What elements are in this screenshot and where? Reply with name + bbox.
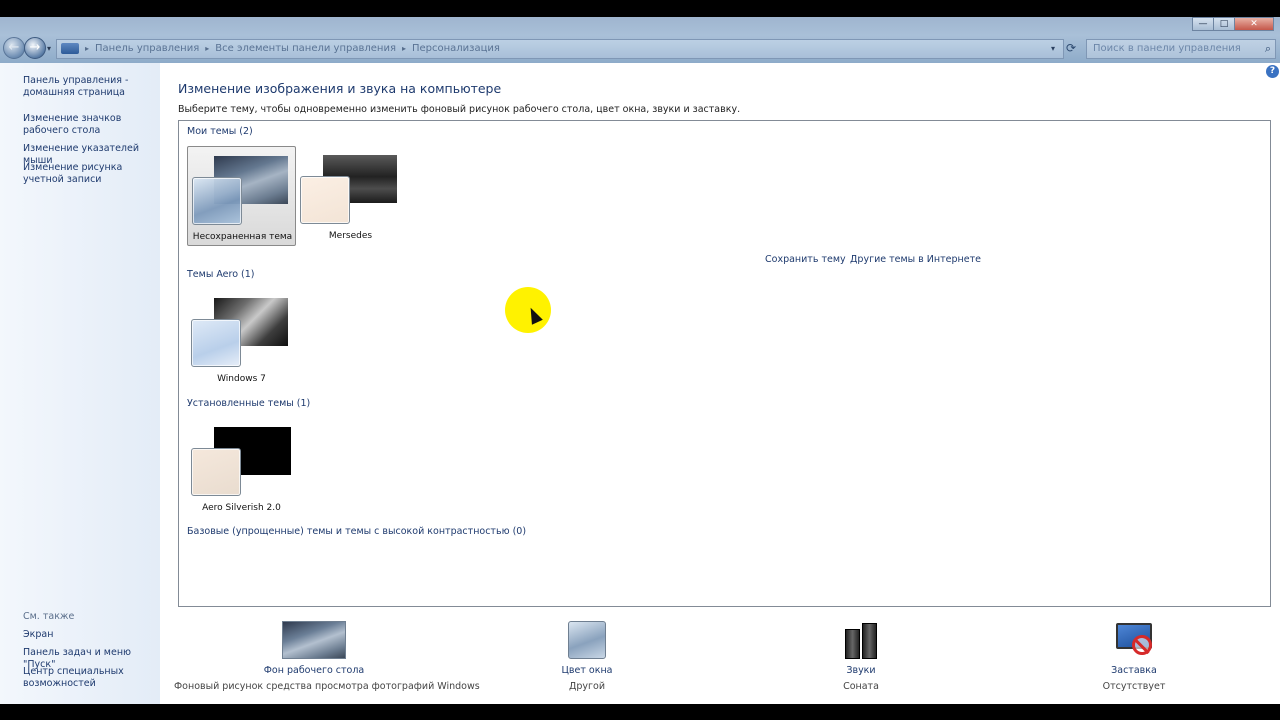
theme-label: Aero Silverish 2.0 bbox=[202, 503, 281, 513]
back-button[interactable]: ← bbox=[3, 37, 25, 59]
help-icon[interactable]: ? bbox=[1266, 65, 1279, 78]
screen-saver-value: Отсутствует bbox=[1102, 681, 1166, 692]
control-panel-icon bbox=[61, 43, 79, 54]
address-bar[interactable]: ▸ Панель управления ▸ Все элементы панел… bbox=[56, 39, 1064, 59]
sidebar-link-desktop-icons[interactable]: Изменение значков рабочего стола bbox=[23, 113, 158, 137]
group-my-themes[interactable]: Мои темы (2) bbox=[187, 126, 253, 137]
theme-label: Mersedes bbox=[328, 231, 373, 241]
sidebar-link-home[interactable]: Панель управления - домашняя страница bbox=[23, 75, 158, 99]
theme-label: Windows 7 bbox=[217, 374, 266, 384]
save-theme-link[interactable]: Сохранить тему bbox=[765, 254, 846, 265]
breadcrumb-separator-icon: ▸ bbox=[85, 44, 90, 53]
close-button[interactable]: ✕ bbox=[1234, 17, 1274, 31]
screen-saver-link[interactable]: Заставка bbox=[1034, 665, 1234, 676]
speakers-icon[interactable] bbox=[842, 621, 880, 659]
window-color-link[interactable]: Цвет окна bbox=[487, 665, 687, 676]
breadcrumb-separator-icon: ▸ bbox=[205, 44, 210, 53]
minimize-button[interactable]: — bbox=[1192, 17, 1214, 31]
maximize-button[interactable]: □ bbox=[1213, 17, 1235, 31]
sidebar-link-account-picture[interactable]: Изменение рисунка учетной записи bbox=[23, 162, 158, 186]
page-title: Изменение изображения и звука на компьют… bbox=[178, 81, 502, 96]
address-dropdown-icon[interactable]: ▾ bbox=[1051, 44, 1055, 53]
forward-button[interactable]: → bbox=[24, 37, 46, 59]
speaker-left-shape bbox=[845, 629, 860, 659]
search-icon[interactable]: ⌕ bbox=[1265, 42, 1271, 56]
see-also-heading: См. также bbox=[23, 611, 75, 622]
window-color-icon[interactable] bbox=[568, 621, 606, 659]
breadcrumb-control-panel[interactable]: Панель управления bbox=[95, 43, 199, 54]
theme-mersedes[interactable]: Mersedes bbox=[296, 146, 405, 246]
screen-top-border bbox=[0, 0, 1280, 17]
theme-window-color-preview bbox=[300, 176, 350, 224]
page-description: Выберите тему, чтобы одновременно измени… bbox=[178, 104, 741, 115]
group-installed-themes[interactable]: Установленные темы (1) bbox=[187, 398, 310, 409]
theme-window-color-preview bbox=[192, 177, 242, 225]
speaker-right-shape bbox=[862, 623, 877, 659]
search-placeholder: Поиск в панели управления bbox=[1093, 43, 1241, 54]
none-symbol-icon bbox=[1132, 635, 1152, 655]
title-bar: — □ ✕ ← → ▾ ▸ Панель управления ▸ Все эл… bbox=[0, 17, 1280, 63]
theme-window-color-preview bbox=[191, 319, 241, 367]
breadcrumb: ▸ Панель управления ▸ Все элементы панел… bbox=[61, 43, 500, 54]
desktop-background-icon[interactable] bbox=[282, 621, 346, 659]
group-basic-themes[interactable]: Базовые (упрощенные) темы и темы с высок… bbox=[187, 526, 526, 537]
left-pane: Панель управления - домашняя страница Из… bbox=[0, 63, 160, 704]
theme-aero-silverish[interactable]: Aero Silverish 2.0 bbox=[187, 418, 296, 518]
refresh-icon[interactable]: ⟳ bbox=[1066, 41, 1076, 55]
screen-bottom-border bbox=[0, 704, 1280, 720]
personalization-window: — □ ✕ ← → ▾ ▸ Панель управления ▸ Все эл… bbox=[0, 17, 1280, 704]
theme-window-color-preview bbox=[191, 448, 241, 496]
sounds-value: Соната bbox=[843, 681, 879, 692]
recent-pages-dropdown-icon[interactable]: ▾ bbox=[47, 44, 51, 53]
breadcrumb-personalization[interactable]: Персонализация bbox=[412, 43, 500, 54]
breadcrumb-separator-icon: ▸ bbox=[401, 44, 406, 53]
window-color-value: Другой bbox=[568, 681, 606, 692]
navigation-bar: ← → ▾ ▸ Панель управления ▸ Все элементы… bbox=[0, 37, 1280, 61]
screen-saver-icon[interactable] bbox=[1115, 621, 1153, 659]
sounds-link[interactable]: Звуки bbox=[761, 665, 961, 676]
see-also-display[interactable]: Экран bbox=[23, 629, 158, 641]
breadcrumb-all-items[interactable]: Все элементы панели управления bbox=[215, 43, 396, 54]
theme-list: Мои темы (2) Несохраненная тема Mersedes… bbox=[178, 120, 1271, 607]
theme-label: Несохраненная тема bbox=[192, 232, 293, 242]
search-input[interactable]: Поиск в панели управления ⌕ bbox=[1086, 39, 1276, 59]
online-themes-link[interactable]: Другие темы в Интернете bbox=[850, 254, 981, 265]
desktop-background-value: Фоновый рисунок средства просмотра фотог… bbox=[174, 681, 480, 692]
see-also-ease-of-access[interactable]: Центр специальных возможностей bbox=[23, 666, 158, 690]
theme-windows-7[interactable]: Windows 7 bbox=[187, 289, 296, 389]
theme-unsaved[interactable]: Несохраненная тема bbox=[187, 146, 296, 246]
desktop-background-link[interactable]: Фон рабочего стола bbox=[214, 665, 414, 676]
group-aero-themes[interactable]: Темы Aero (1) bbox=[187, 269, 255, 280]
window-controls: — □ ✕ bbox=[1192, 17, 1274, 33]
